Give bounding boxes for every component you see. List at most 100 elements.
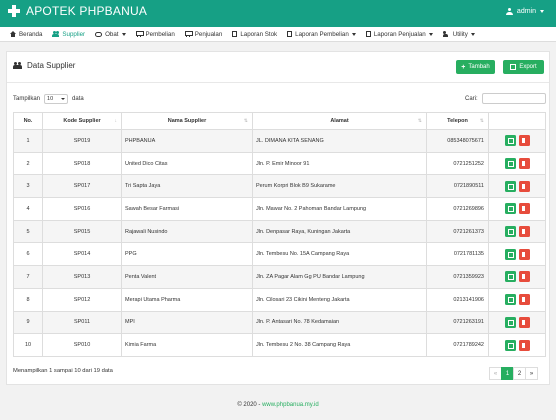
search-label: Cari:: [465, 95, 478, 102]
nav-item-supplier[interactable]: Supplier: [52, 31, 85, 38]
length-suffix: data: [72, 96, 84, 102]
trash-icon[interactable]: [518, 271, 530, 283]
nav-item-penjualan[interactable]: Penjualan: [184, 30, 223, 38]
cell-nama: Kimia Farma: [121, 333, 253, 357]
users-icon: [52, 31, 60, 37]
trash-icon[interactable]: [518, 316, 530, 328]
medical-cross-icon: [8, 5, 20, 17]
edit-icon[interactable]: [504, 339, 516, 351]
cell-no: 2: [13, 151, 43, 176]
cell-actions: [488, 219, 546, 244]
nav-label: Penjualan: [194, 30, 223, 38]
footer-link[interactable]: www.phpbanua.my.id: [262, 402, 319, 408]
table-row: 2 SP018 United Dico Citas Jln. P. Emir Mino…: [13, 151, 546, 176]
home-icon: [9, 31, 16, 37]
length-prefix: Tampilkan: [13, 96, 41, 102]
page-length-value: 10: [47, 96, 54, 102]
edit-icon[interactable]: [504, 316, 516, 328]
edit-icon[interactable]: [504, 203, 516, 215]
cell-alamat: Jln. Mawar No. 2 Pahoman Bandar Lampung: [252, 197, 427, 221]
column-header-alamat[interactable]: Alamat ⇅: [252, 112, 427, 130]
edit-icon[interactable]: [504, 135, 516, 147]
cell-nama: Sawah Besar Farmasi: [121, 197, 253, 221]
table-row: 9 SP011 MPI Jln. P. Antasari No. 78 Kedamai…: [13, 310, 546, 335]
user-icon: [505, 8, 513, 15]
cell-nama: United Dico Citas: [121, 151, 253, 176]
nav-item-laporan-stok[interactable]: Laporan Stok: [232, 31, 277, 38]
edit-icon[interactable]: [504, 226, 516, 238]
column-header-nama[interactable]: Nama Supplier ⇅: [121, 112, 253, 130]
cell-actions: [488, 197, 546, 221]
edit-icon[interactable]: [504, 271, 516, 283]
column-header-telepon[interactable]: Telepon ⇅: [426, 112, 489, 130]
table-row: 7 SP013 Penta Valent Jln. ZA Pagar Alam Gg …: [13, 265, 546, 289]
cell-nama: PHPBANUA: [121, 129, 253, 153]
cell-telepon: 085348075671: [426, 129, 489, 153]
search-input[interactable]: [481, 93, 546, 104]
chevron-down-icon: [61, 98, 66, 100]
nav-item-pembelian[interactable]: Pembelian: [135, 31, 175, 38]
trash-icon[interactable]: [518, 339, 530, 351]
page-next-button[interactable]: »: [525, 367, 538, 380]
cell-kode: SP018: [42, 151, 122, 176]
cell-alamat: Jln. Cilosari 23 Cikini Menteng Jakarta: [252, 287, 427, 312]
column-header-no[interactable]: No.: [13, 112, 43, 130]
header-label: Alamat: [330, 118, 349, 124]
cell-kode: SP012: [42, 287, 122, 312]
app-brand[interactable]: APOTEK PHPBANUA: [8, 4, 147, 18]
cell-kode: SP019: [42, 129, 122, 153]
header-label: Nama Supplier: [167, 118, 207, 124]
row-actions: [492, 248, 542, 260]
sort-icon: ⇅: [479, 118, 484, 124]
header-label: Kode Supplier: [63, 118, 101, 124]
nav-item-utility[interactable]: Utility: [442, 30, 475, 38]
page-length-select[interactable]: 10: [44, 94, 69, 104]
app-title: APOTEK PHPBANUA: [26, 4, 148, 18]
column-header-kode[interactable]: Kode Supplier ↓: [42, 112, 122, 130]
table-row: 10 SP010 Kimia Farma Jln. Tembesu 2 No. 38 …: [13, 333, 546, 357]
trash-icon[interactable]: [518, 203, 530, 215]
edit-icon[interactable]: [504, 248, 516, 260]
search-control: Cari:: [465, 93, 546, 104]
trash-icon[interactable]: [518, 248, 530, 260]
table-body: 1 SP019 PHPBANUA JL. DIMANA KITA SENANG 0853…: [13, 129, 546, 357]
header-label: No.: [23, 118, 33, 124]
nav-label: Laporan Stok: [240, 30, 278, 38]
cell-nama: Tri Sapta Jaya: [121, 174, 253, 199]
edit-icon[interactable]: [504, 180, 516, 192]
supplier-table: No. Kode Supplier ↓ Nama Supplier ⇅ Alamat…: [13, 112, 546, 357]
nav-item-beranda[interactable]: Beranda: [9, 31, 42, 38]
cell-telepon: 0721359923: [426, 265, 489, 289]
nav-item-laporan-pembelian[interactable]: Laporan Pembelian: [287, 31, 356, 38]
trash-icon[interactable]: [518, 294, 530, 306]
export-button[interactable]: Export: [503, 60, 544, 74]
table-info: Menampilkan 1 sampai 10 dari 19 data: [13, 368, 113, 374]
trash-icon[interactable]: [518, 180, 530, 192]
edit-icon[interactable]: [504, 294, 516, 306]
nav-label: Utility: [452, 30, 468, 38]
trash-icon[interactable]: [518, 226, 530, 238]
cell-telepon: 0721263191: [426, 310, 489, 335]
row-actions: [492, 158, 542, 170]
page-length-control: Tampilkan 10 data: [13, 94, 84, 104]
cell-alamat: Jln. Denpasar Raya, Kuningan Jakarta: [252, 219, 427, 244]
column-header-actions: [488, 112, 546, 130]
nav-item-obat[interactable]: Obat: [95, 31, 126, 38]
top-bar: APOTEK PHPBANUA admin: [0, 0, 556, 27]
user-menu[interactable]: admin: [505, 8, 544, 15]
trash-icon[interactable]: [518, 158, 530, 170]
nav-item-laporan-penjualan[interactable]: Laporan Penjualan: [365, 31, 433, 38]
footer-copyright: © 2020 -: [237, 402, 263, 408]
table-row: 4 SP016 Sawah Besar Farmasi Jln. Mawar No. …: [13, 197, 546, 221]
sort-icon: ⇅: [417, 118, 422, 124]
edit-icon[interactable]: [504, 158, 516, 170]
trash-icon[interactable]: [518, 135, 530, 147]
add-supplier-button[interactable]: + Tambah: [456, 60, 495, 74]
row-actions: [492, 339, 542, 351]
chevron-down-icon: [121, 32, 126, 36]
table-row: 1 SP019 PHPBANUA JL. DIMANA KITA SENANG 0853…: [13, 129, 546, 153]
cell-alamat: Jln. Tembesu No. 15A Campang Raya: [252, 242, 427, 267]
cell-nama: PPG: [121, 242, 253, 267]
panel-title-text: Data Supplier: [27, 61, 76, 70]
nav-label: Supplier: [62, 30, 86, 38]
